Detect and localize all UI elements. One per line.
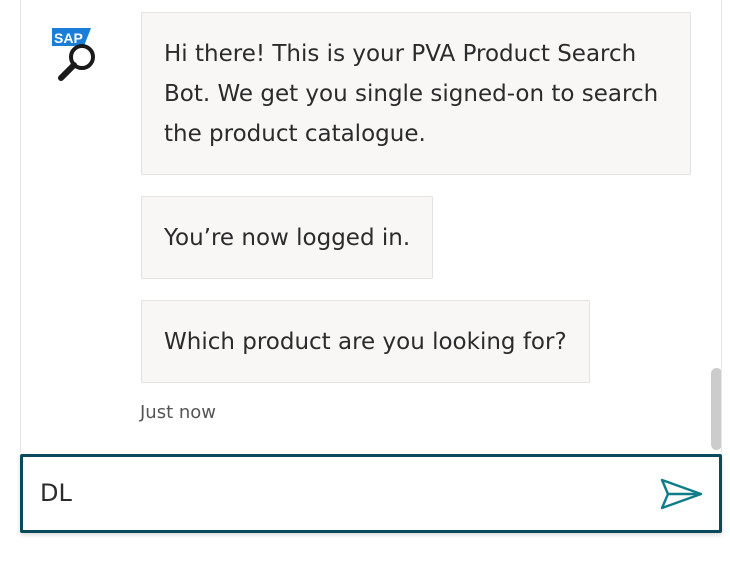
svg-text:SAP: SAP [54, 30, 83, 46]
message-text: You’re now logged in. [164, 225, 411, 251]
bot-message-bubble: Which product are you looking for? [141, 300, 590, 383]
message-text: Which product are you looking for? [164, 329, 567, 355]
chat-transcript: SAP Hi there! This is your PVA Product S… [20, 0, 722, 452]
sap-search-bot-icon: SAP [52, 28, 95, 81]
bot-message-bubble: You’re now logged in. [141, 196, 434, 279]
message-text: Hi there! This is your PVA Product Searc… [164, 41, 659, 147]
send-icon [660, 478, 703, 509]
scrollbar-thumb[interactable] [711, 368, 721, 450]
bot-avatar-icon: SAP [51, 26, 101, 82]
send-button[interactable] [658, 475, 706, 515]
message-input[interactable] [40, 473, 640, 513]
message-composer [20, 454, 722, 533]
message-timestamp: Just now [140, 402, 217, 423]
bot-message-bubble: Hi there! This is your PVA Product Searc… [141, 12, 691, 175]
